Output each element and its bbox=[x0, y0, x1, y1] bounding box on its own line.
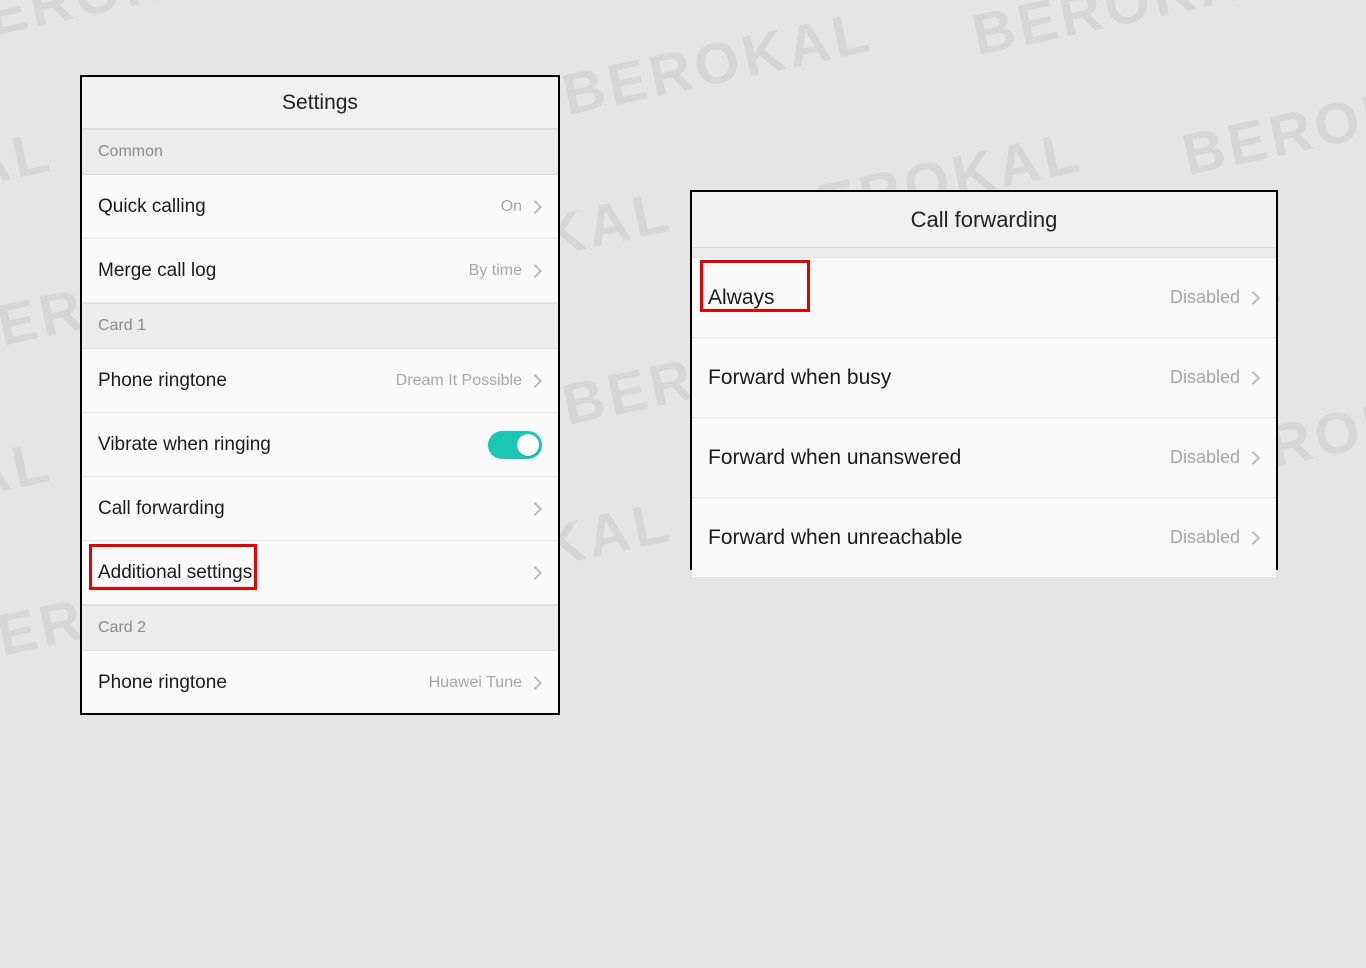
row-label: Phone ringtone bbox=[98, 370, 227, 392]
row-label: Additional settings bbox=[98, 562, 252, 584]
chevron-right-icon bbox=[528, 675, 542, 689]
row-label: Forward when unreachable bbox=[708, 526, 962, 550]
section-spacer bbox=[692, 248, 1276, 258]
settings-title: Settings bbox=[82, 77, 558, 129]
row-label: Quick calling bbox=[98, 196, 206, 218]
vibrate-toggle[interactable] bbox=[488, 431, 542, 459]
chevron-right-icon bbox=[528, 565, 542, 579]
chevron-right-icon bbox=[1246, 530, 1260, 544]
call-forwarding-title: Call forwarding bbox=[692, 192, 1276, 248]
row-always[interactable]: Always Disabled bbox=[692, 258, 1276, 338]
chevron-right-icon bbox=[1246, 370, 1260, 384]
chevron-right-icon bbox=[1246, 450, 1260, 464]
row-additional-settings[interactable]: Additional settings bbox=[82, 541, 558, 605]
section-card2: Card 2 bbox=[82, 605, 558, 651]
row-label: Vibrate when ringing bbox=[98, 434, 271, 456]
row-value: By time bbox=[469, 262, 522, 280]
chevron-right-icon bbox=[1246, 290, 1260, 304]
row-value: On bbox=[501, 198, 522, 216]
row-label: Forward when unanswered bbox=[708, 446, 961, 470]
row-forward-when-unanswered[interactable]: Forward when unanswered Disabled bbox=[692, 418, 1276, 498]
row-label: Forward when busy bbox=[708, 366, 891, 390]
row-quick-calling[interactable]: Quick calling On bbox=[82, 175, 558, 239]
row-merge-call-log[interactable]: Merge call log By time bbox=[82, 239, 558, 303]
row-label: Phone ringtone bbox=[98, 672, 227, 694]
row-label: Merge call log bbox=[98, 260, 216, 282]
settings-panel: Settings Common Quick calling On Merge c… bbox=[80, 75, 560, 715]
chevron-right-icon bbox=[528, 501, 542, 515]
row-vibrate-when-ringing[interactable]: Vibrate when ringing bbox=[82, 413, 558, 477]
row-value: Disabled bbox=[1170, 527, 1240, 548]
row-forward-when-unreachable[interactable]: Forward when unreachable Disabled bbox=[692, 498, 1276, 578]
row-value: Disabled bbox=[1170, 447, 1240, 468]
section-common: Common bbox=[82, 129, 558, 175]
chevron-right-icon bbox=[528, 373, 542, 387]
row-label: Call forwarding bbox=[98, 498, 225, 520]
row-value: Huawei Tune bbox=[429, 674, 522, 692]
call-forwarding-panel: Call forwarding Always Disabled Forward … bbox=[690, 190, 1278, 570]
row-call-forwarding[interactable]: Call forwarding bbox=[82, 477, 558, 541]
section-card1: Card 1 bbox=[82, 303, 558, 349]
row-label: Always bbox=[708, 286, 775, 310]
row-value: Disabled bbox=[1170, 287, 1240, 308]
row-value: Dream It Possible bbox=[396, 372, 522, 390]
row-value: Disabled bbox=[1170, 367, 1240, 388]
row-forward-when-busy[interactable]: Forward when busy Disabled bbox=[692, 338, 1276, 418]
chevron-right-icon bbox=[528, 263, 542, 277]
row-phone-ringtone-2[interactable]: Phone ringtone Huawei Tune bbox=[82, 651, 558, 715]
row-phone-ringtone-1[interactable]: Phone ringtone Dream It Possible bbox=[82, 349, 558, 413]
chevron-right-icon bbox=[528, 199, 542, 213]
